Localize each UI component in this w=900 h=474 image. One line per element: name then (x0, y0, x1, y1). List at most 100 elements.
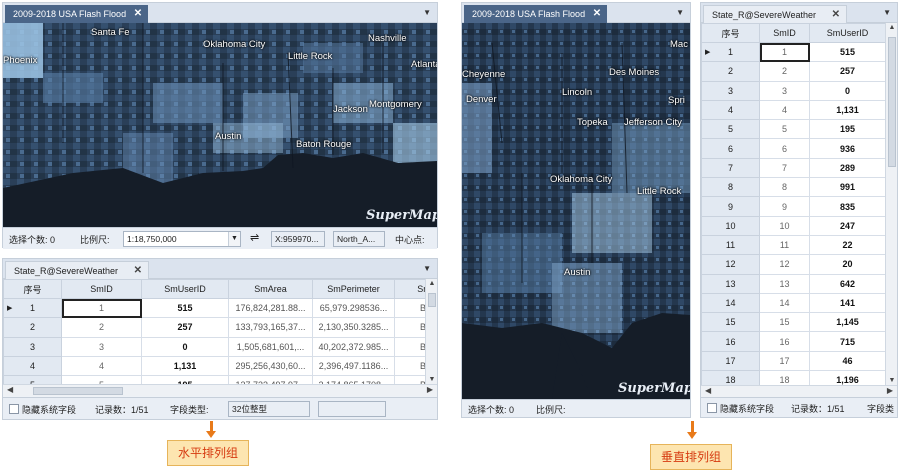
table-cell[interactable]: 2 (61, 317, 142, 338)
table-cell[interactable]: 6 (759, 138, 810, 159)
table-row[interactable]: 2 2 257 133,793,165,37... 2,130,350.3285... B… (3, 317, 425, 338)
table-row[interactable]: 9 9 835 (701, 196, 885, 217)
table-row[interactable]: 7 7 289 (701, 157, 885, 179)
column-header[interactable]: SmUserID (141, 279, 229, 299)
scale-select[interactable]: 1:18,750,000 ▼ (123, 231, 241, 247)
table-cell[interactable]: 11 (759, 234, 810, 256)
table-cell[interactable]: 4 (3, 355, 62, 377)
table-cell[interactable]: 2,174,865.1708... (312, 375, 395, 384)
table-cell[interactable]: 8 (701, 177, 760, 198)
table-cell[interactable]: 14 (759, 292, 810, 314)
scroll-right-icon[interactable]: ▶ (887, 386, 893, 395)
map-view[interactable]: Mac Cheyenne Des Moines Denver Lincoln S… (462, 23, 690, 399)
table-cell[interactable]: 1,196 (809, 370, 885, 385)
table-cell[interactable]: 4 (61, 355, 142, 377)
table-cell[interactable]: 1 (61, 297, 142, 319)
table-row[interactable]: 3 3 0 1,505,681,601,... 40,202,372.985... Bi (3, 336, 425, 357)
scroll-thumb[interactable] (428, 293, 436, 307)
table-cell[interactable]: 1,131 (141, 355, 229, 377)
table-cell[interactable]: 10 (759, 215, 810, 236)
column-header[interactable]: SmUserID (809, 23, 885, 43)
table-cell[interactable]: 289 (809, 157, 885, 179)
table-cell[interactable]: 12 (701, 254, 760, 275)
table-cell[interactable]: 3 (3, 336, 62, 357)
column-header[interactable]: Sm (394, 279, 425, 299)
scroll-up-icon[interactable]: ▲ (886, 24, 898, 31)
table-cell[interactable]: 295,256,430,60... (228, 355, 313, 377)
chevron-down-icon[interactable]: ▼ (676, 8, 684, 17)
table-row[interactable]: 13 13 642 (701, 273, 885, 294)
table-cell[interactable]: 46 (809, 350, 885, 372)
hide-system-fields-checkbox[interactable] (707, 403, 717, 413)
scroll-left-icon[interactable]: ◀ (7, 385, 13, 394)
table-cell[interactable]: 257 (809, 61, 885, 82)
table-cell[interactable]: ▶ 1 (701, 41, 760, 63)
table-cell[interactable]: 17 (701, 350, 760, 372)
table-row[interactable]: 16 16 715 (701, 331, 885, 352)
hide-system-fields-checkbox[interactable] (9, 404, 19, 414)
column-header[interactable]: SmID (61, 279, 142, 299)
table-cell[interactable]: 15 (759, 312, 810, 333)
table-cell[interactable]: 137,733,497,97... (228, 375, 313, 384)
table-cell[interactable]: 16 (759, 331, 810, 352)
table-cell[interactable]: Bi (394, 355, 425, 377)
table-cell[interactable]: 5 (701, 119, 760, 140)
table-cell[interactable]: Bi (394, 317, 425, 338)
column-header[interactable]: SmPerimeter (312, 279, 395, 299)
projection-field[interactable]: North_A... (333, 231, 385, 247)
table-row[interactable]: 18 18 1,196 (701, 370, 885, 385)
table-row[interactable]: ▶ 1 1 515 (701, 41, 885, 63)
table-cell[interactable]: 18 (759, 370, 810, 385)
close-icon[interactable]: ✕ (832, 6, 840, 24)
table-cell[interactable]: Bi (394, 297, 425, 319)
table-cell[interactable]: 133,793,165,37... (228, 317, 313, 338)
table-cell[interactable]: 936 (809, 138, 885, 159)
table-cell[interactable]: 2 (701, 61, 760, 82)
table-cell[interactable]: 515 (809, 41, 885, 63)
column-header[interactable]: SmID (759, 23, 810, 43)
chevron-down-icon[interactable]: ▼ (228, 232, 240, 246)
table-cell[interactable]: 9 (701, 196, 760, 217)
attribute-grid[interactable]: 序号 SmID SmUserID ▶ 1 1 515 2 2 257 3 3 0 4 4 1,131 5 5 19… (701, 23, 885, 385)
column-header[interactable]: 序号 (701, 23, 760, 43)
table-cell[interactable]: 991 (809, 177, 885, 198)
table-cell[interactable]: 4 (701, 99, 760, 121)
scroll-up-icon[interactable]: ▲ (426, 280, 438, 287)
table-cell[interactable]: 195 (809, 119, 885, 140)
table-cell[interactable]: 2,130,350.3285... (312, 317, 395, 338)
table-cell[interactable]: 20 (809, 254, 885, 275)
table-cell[interactable]: 18 (701, 370, 760, 385)
scroll-thumb[interactable] (888, 37, 896, 167)
table-cell[interactable]: 5 (3, 375, 62, 384)
table-cell[interactable]: Bi (394, 375, 425, 384)
table-cell[interactable]: ▶ 1 (3, 297, 62, 319)
table-row[interactable]: 8 8 991 (701, 177, 885, 198)
table-row[interactable]: 4 4 1,131 295,256,430,60... 2,396,497.1186..… (3, 355, 425, 377)
field-type-field[interactable]: 32位整型 (228, 401, 310, 417)
table-row[interactable]: 2 2 257 (701, 61, 885, 82)
table-cell[interactable]: 6 (701, 138, 760, 159)
close-icon[interactable]: ✕ (134, 262, 142, 280)
vertical-scrollbar[interactable]: ▲ ▼ (425, 279, 437, 384)
scroll-thumb[interactable] (33, 387, 123, 395)
table-cell[interactable]: 715 (809, 331, 885, 352)
table-row[interactable]: 14 14 141 (701, 292, 885, 314)
chevron-down-icon[interactable]: ▼ (423, 8, 431, 17)
table-cell[interactable]: 515 (141, 297, 229, 319)
table-cell[interactable]: 3 (759, 80, 810, 101)
table-row[interactable]: 6 6 936 (701, 138, 885, 159)
table-cell[interactable]: 141 (809, 292, 885, 314)
column-header[interactable]: SmArea (228, 279, 313, 299)
table-row[interactable]: 17 17 46 (701, 350, 885, 372)
table-cell[interactable]: 1 (759, 41, 810, 63)
table-cell[interactable]: 257 (141, 317, 229, 338)
table-cell[interactable]: 12 (759, 254, 810, 275)
table-cell[interactable]: 195 (141, 375, 229, 384)
table-cell[interactable]: 1,145 (809, 312, 885, 333)
table-row[interactable]: 12 12 20 (701, 254, 885, 275)
table-cell[interactable]: 642 (809, 273, 885, 294)
tab-map-flash-flood[interactable]: 2009-2018 USA Flash Flood ✕ (464, 5, 608, 23)
table-row[interactable]: 15 15 1,145 (701, 312, 885, 333)
table-cell[interactable]: Bi (394, 336, 425, 357)
table-row[interactable]: 5 5 195 (701, 119, 885, 140)
